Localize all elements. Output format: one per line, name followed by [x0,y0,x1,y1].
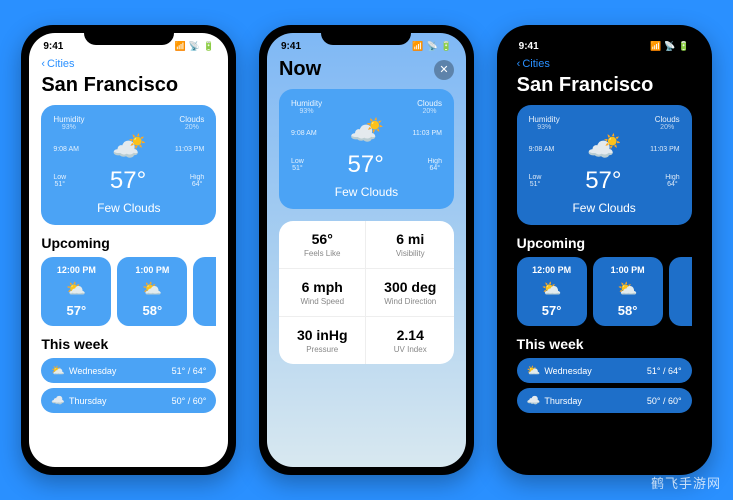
detail-pressure: 30 inHgPressure [279,317,367,364]
detail-wind-direction: 300 degWind Direction [366,269,454,317]
detail-wind-speed: 6 mphWind Speed [279,269,367,317]
condition-text: Few Clouds [53,201,204,215]
signal-icon: 📶 [412,41,423,52]
upcoming-header: Upcoming [41,235,216,251]
partly-cloudy-icon: ⛅ [125,279,179,299]
partly-cloudy-icon: ⛅ [601,279,655,299]
low-value: 51° [53,181,66,188]
partly-cloudy-icon: ⛅ [51,364,65,377]
upcoming-list[interactable]: 12:00 PM⛅57° 1:00 PM⛅58° 2 [517,257,692,326]
daily-row[interactable]: ⛅Wednesday51° / 64° [517,358,692,383]
chevron-left-icon: ‹ [517,58,521,70]
week-header: This week [517,336,692,352]
humidity-label: Humidity [53,115,84,124]
upcoming-header: Upcoming [517,235,692,251]
hourly-card[interactable]: 2 [193,257,216,326]
current-weather-card[interactable]: Humidity93% Clouds20% 9:08 AM 11:03 PM L… [41,105,216,225]
chevron-left-icon: ‹ [41,58,45,70]
now-title: Now [279,58,321,81]
signal-icon: 📶 [175,41,186,52]
cloud-icon: ☁️ [527,394,541,407]
clouds-label: Clouds [179,115,204,124]
back-to-cities[interactable]: ‹ Cities [41,58,216,70]
screen-dark: 9:41 📶 📡 🔋 ‹ Cities San Francisco Humidi… [505,33,704,467]
partly-cloudy-icon: ⛅ [527,364,541,377]
humidity-value: 93% [53,124,84,131]
current-weather-card[interactable]: Humidity93% Clouds20% 9:08 AM 11:03 PM L… [279,89,454,209]
current-weather-card[interactable]: Humidity93% Clouds20% 9:08 AM 11:03 PM L… [517,105,692,225]
partly-cloudy-icon: ⛅ [49,279,103,299]
partly-cloudy-icon [587,137,617,161]
daily-row[interactable]: ☁️Thursday50° / 60° [517,388,692,413]
sunset-time: 11:03 PM [175,146,204,153]
low-label: Low [53,174,66,181]
city-title: San Francisco [41,74,216,97]
wifi-icon: 📡 [189,41,200,52]
close-button[interactable]: ✕ [434,60,454,80]
status-time: 9:41 [281,41,301,52]
back-label: Cities [47,58,75,70]
week-header: This week [41,336,216,352]
battery-icon: 🔋 [441,41,452,52]
high-value: 64° [190,181,204,188]
clouds-value: 20% [179,124,204,131]
screen-light: 9:41 📶 📡 🔋 ‹ Cities San Francisco Humidi… [29,33,228,467]
watermark-text: 鹤飞手游网 [651,473,721,492]
hourly-card[interactable]: 12:00 PM⛅57° [517,257,587,326]
sunrise-time: 9:08 AM [53,146,79,153]
partly-cloudy-icon [112,137,142,161]
wifi-icon: 📡 [427,41,438,52]
hourly-card[interactable]: 2 [669,257,692,326]
high-label: High [190,174,204,181]
daily-row[interactable]: ☁️Thursday50° / 60° [41,388,216,413]
city-title: San Francisco [517,74,692,97]
partly-cloudy-icon [350,121,380,145]
screen-detail: 9:41 📶 📡 🔋 Now ✕ Humidity93% Clouds20% 9… [267,33,466,467]
detail-uv-index: 2.14UV Index [366,317,454,364]
status-time: 9:41 [519,41,539,52]
battery-icon: 🔋 [678,41,689,52]
detail-grid: 56°Feels Like 6 miVisibility 6 mphWind S… [279,221,454,364]
notch [84,25,174,45]
cloud-icon: ☁️ [51,394,65,407]
detail-visibility: 6 miVisibility [366,221,454,269]
upcoming-list[interactable]: 12:00 PM⛅57° 1:00 PM⛅58° 2 [41,257,216,326]
partly-cloudy-icon: ⛅ [525,279,579,299]
daily-row[interactable]: ⛅Wednesday51° / 64° [41,358,216,383]
phone-mockup-1: 9:41 📶 📡 🔋 ‹ Cities San Francisco Humidi… [21,25,236,475]
hourly-card[interactable]: 12:00 PM⛅57° [41,257,111,326]
current-temp: 57° [110,167,146,195]
signal-icon: 📶 [650,41,661,52]
notch [321,25,411,45]
wifi-icon: 📡 [664,41,675,52]
hourly-card[interactable]: 1:00 PM⛅58° [593,257,663,326]
phone-mockup-2: 9:41 📶 📡 🔋 Now ✕ Humidity93% Clouds20% 9… [259,25,474,475]
battery-icon: 🔋 [203,41,214,52]
close-icon: ✕ [439,63,448,76]
back-to-cities[interactable]: ‹ Cities [517,58,692,70]
detail-feels-like: 56°Feels Like [279,221,367,269]
notch [559,25,649,45]
hourly-card[interactable]: 1:00 PM⛅58° [117,257,187,326]
status-time: 9:41 [43,41,63,52]
phone-mockup-3: 9:41 📶 📡 🔋 ‹ Cities San Francisco Humidi… [497,25,712,475]
